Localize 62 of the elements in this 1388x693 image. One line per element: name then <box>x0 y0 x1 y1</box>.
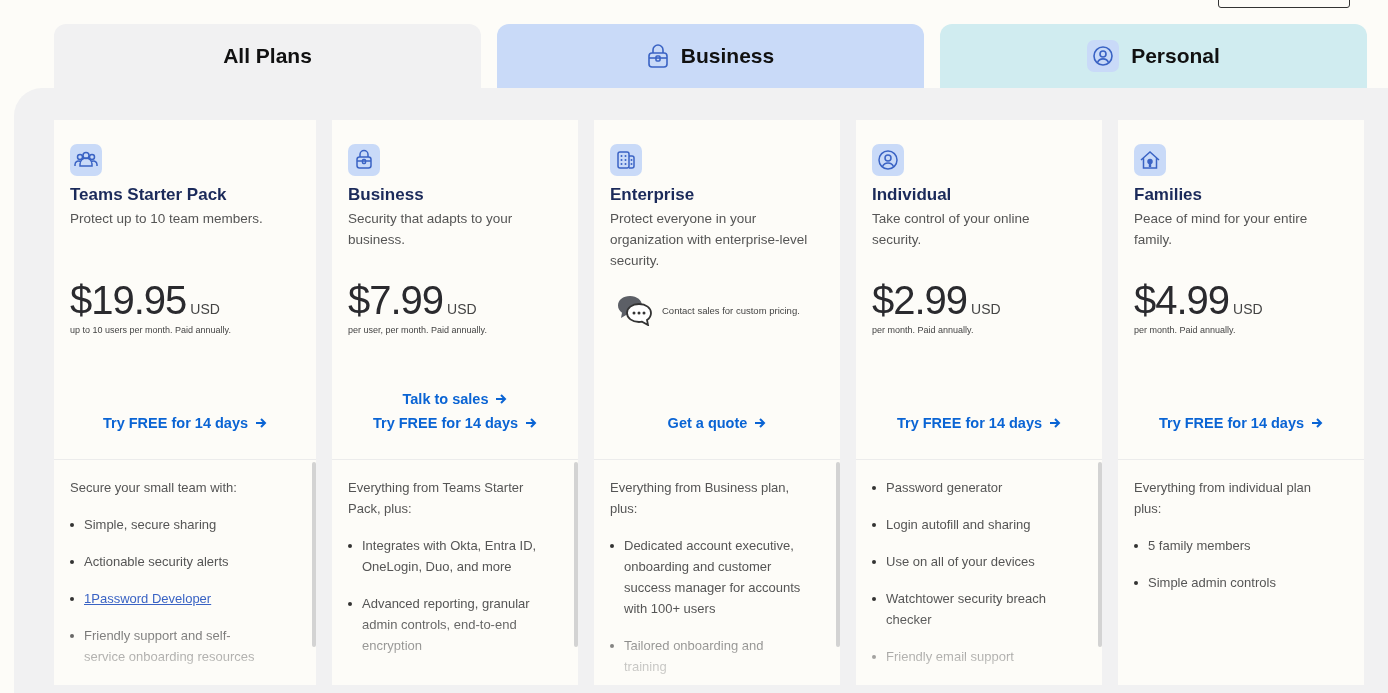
cta-link[interactable]: Try FREE for 14 days <box>372 415 538 431</box>
chat-bubbles-icon <box>616 294 654 326</box>
feature-item: Friendly email support <box>886 648 1014 666</box>
price-note: up to 10 users per month. Paid annually. <box>70 325 232 335</box>
plan-tab[interactable]: Business <box>497 24 924 88</box>
plan-description: Peace of mind for your entire family. <box>1134 210 1309 249</box>
plan-title: Families <box>1134 185 1204 205</box>
price-note: per month. Paid annually. <box>1134 325 1237 335</box>
feature-item: Use on all of your devices <box>886 553 1035 571</box>
currency: USD <box>447 301 477 317</box>
currency: USD <box>971 301 1001 317</box>
price-note: per month. Paid annually. <box>872 325 975 335</box>
price: $4.99 <box>1134 278 1230 323</box>
price-note: Contact sales for custom pricing. <box>662 304 800 316</box>
plan-description: Protect everyone in your organization with enterprise-level security. <box>610 210 809 270</box>
feature-item: Simple admin controls <box>1148 574 1276 592</box>
features-intro: Everything from Teams Starter Pack, plus: <box>348 479 525 518</box>
currency: USD <box>1233 301 1263 317</box>
plan-title: Enterprise <box>610 185 696 205</box>
currency: USD <box>190 301 220 317</box>
cta-link[interactable]: Try FREE for 14 days <box>896 415 1062 431</box>
cta-link[interactable]: Get a quote <box>667 415 767 431</box>
lock-bag-icon <box>348 144 380 176</box>
feature-item: Dedicated account executive, onboarding and customer success manager for accounts with 100+ users <box>624 537 802 618</box>
price: $2.99 <box>872 278 968 323</box>
feature-item: Actionable security alerts <box>84 553 229 571</box>
plan-title: Individual <box>872 185 953 205</box>
plan-tab[interactable]: All Plans <box>54 24 481 88</box>
plan-title: Business <box>348 185 425 205</box>
arrow-right-icon <box>255 417 268 429</box>
feature-item: Login autofill and sharing <box>886 516 1031 534</box>
price: $19.95 <box>70 278 187 323</box>
arrow-right-icon <box>525 417 538 429</box>
arrow-right-icon <box>754 417 767 429</box>
feature-item: Advanced reporting, granular admin controls, end-to-end encryption <box>362 595 531 655</box>
cta-link[interactable]: Try FREE for 14 days <box>102 415 268 431</box>
plan-description: Protect up to 10 team members. <box>70 210 264 228</box>
feature-item: Integrates with Okta, Entra ID, OneLogin, Duo, and more <box>362 537 538 576</box>
features-intro: Everything from individual plan plus: <box>1134 479 1313 518</box>
plan-title: Teams Starter Pack <box>70 185 228 205</box>
house-icon <box>1134 144 1166 176</box>
features-intro: Everything from Business plan, plus: <box>610 479 791 518</box>
price-note: per user, per month. Paid annually. <box>348 325 488 335</box>
lock-bag-icon <box>646 43 669 69</box>
feature-link[interactable]: 1Password Developer <box>84 588 212 609</box>
plan-tab[interactable]: Personal <box>940 24 1367 88</box>
price: $7.99 <box>348 278 444 323</box>
cta-link[interactable]: Talk to sales <box>402 391 508 407</box>
feature-item: Simple, secure sharing <box>84 516 217 534</box>
arrow-right-icon <box>1311 417 1324 429</box>
arrow-right-icon <box>1049 417 1062 429</box>
plan-description: Security that adapts to your business. <box>348 210 514 249</box>
feature-item: 5 family members <box>1148 537 1251 555</box>
cta-link[interactable]: Try FREE for 14 days <box>1158 415 1324 431</box>
feature-item: Password generator <box>886 479 1003 497</box>
feature-item: Friendly support and self-service onboarding resources <box>84 627 256 666</box>
features-intro: Secure your small team with: <box>70 479 238 497</box>
arrow-right-icon <box>495 393 508 405</box>
feature-item: Watchtower security breach checker <box>886 590 1047 629</box>
plan-description: Take control of your online security. <box>872 210 1031 249</box>
people-icon <box>70 144 102 176</box>
building-icon <box>610 144 642 176</box>
